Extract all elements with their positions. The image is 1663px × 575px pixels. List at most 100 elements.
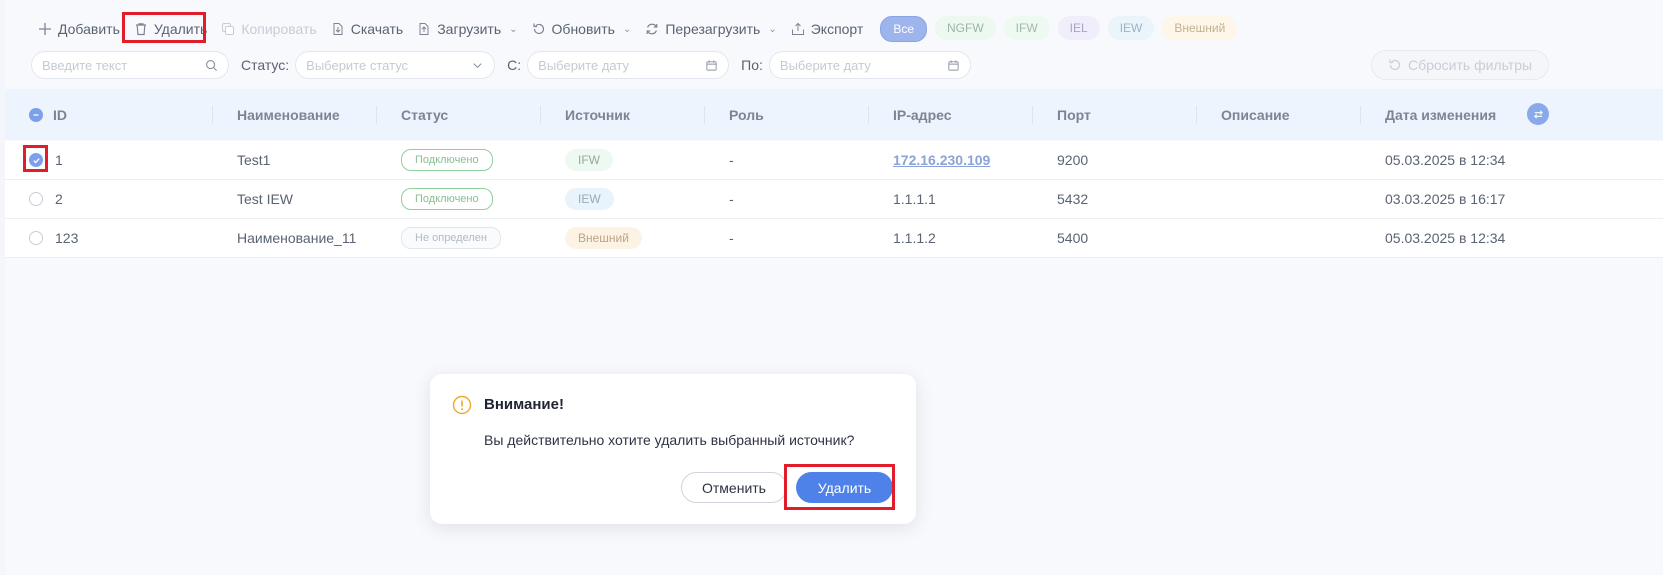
column-header-status[interactable]: Статус <box>401 89 448 140</box>
column-header-id[interactable]: ID <box>53 89 67 140</box>
filter-bar: Введите текст Статус: Выберите статус С:… <box>31 50 971 80</box>
add-button[interactable]: Добавить <box>31 15 127 43</box>
add-button-label: Добавить <box>58 21 120 37</box>
cell-port: 5432 <box>1057 191 1089 207</box>
chevron-down-icon: ⌄ <box>768 23 777 35</box>
cell-role: - <box>729 230 734 246</box>
cell-port: 9200 <box>1057 152 1089 168</box>
reboot-button-label: Перезагрузить <box>665 21 761 37</box>
column-header-role[interactable]: Роль <box>729 89 764 140</box>
source-filter-chips: Все NGFW IFW IEL IEW Внешний <box>880 16 1238 42</box>
column-header-source[interactable]: Источник <box>565 89 630 140</box>
cell-role: - <box>729 152 734 168</box>
cell-ip: 1.1.1.2 <box>893 230 936 246</box>
settings-icon <box>1533 109 1543 119</box>
date-to-placeholder: Выберите дату <box>779 57 871 73</box>
chip-external[interactable]: Внешний <box>1162 16 1238 40</box>
date-to-label: По: <box>741 57 763 73</box>
status-badge: Подключено <box>401 188 493 210</box>
download-button-label: Скачать <box>350 21 404 37</box>
status-filter-label: Статус: <box>241 57 290 73</box>
dialog-message: Вы действительно хотите удалить выбранны… <box>484 432 855 448</box>
chip-ngfw[interactable]: NGFW <box>935 16 996 40</box>
upload-icon <box>419 23 429 35</box>
cell-role: - <box>729 191 734 207</box>
upload-button-label: Загрузить <box>437 21 502 37</box>
refresh-icon <box>1389 59 1401 71</box>
column-settings-button[interactable] <box>1527 103 1549 125</box>
cell-name: Test1 <box>237 152 271 168</box>
table-header: ID Наименование Статус Источник Роль IP-… <box>5 89 1663 140</box>
chevron-down-icon <box>473 62 482 68</box>
column-header-ip[interactable]: IP-адрес <box>893 89 952 140</box>
date-to-input[interactable]: Выберите дату <box>768 51 971 79</box>
reboot-icon <box>646 23 658 35</box>
chevron-down-icon: ⌄ <box>509 23 518 35</box>
cell-date: 05.03.2025 в 12:34 <box>1385 230 1506 246</box>
search-icon <box>206 59 218 71</box>
highlight-delete-button <box>122 12 206 43</box>
date-from-label: С: <box>507 57 522 73</box>
source-badge: IFW <box>565 149 613 171</box>
ip-link[interactable]: 172.16.230.109 <box>893 152 990 168</box>
cell-id: 2 <box>55 191 63 207</box>
plus-icon <box>39 23 51 35</box>
cell-date: 03.03.2025 в 16:17 <box>1385 191 1506 207</box>
date-from-input[interactable]: Выберите дату <box>527 51 730 79</box>
refresh-button[interactable]: Обновить ⌄ <box>525 15 639 43</box>
export-button[interactable]: Экспорт <box>784 15 871 43</box>
reset-filters-button[interactable]: Сбросить фильтры <box>1371 50 1549 80</box>
reset-filters-label: Сбросить фильтры <box>1407 57 1533 73</box>
chip-ifw[interactable]: IFW <box>1003 16 1050 40</box>
chip-all[interactable]: Все <box>880 16 928 42</box>
row-checkbox[interactable] <box>29 219 43 257</box>
reboot-button[interactable]: Перезагрузить ⌄ <box>638 15 783 43</box>
date-from-placeholder: Выберите дату <box>538 57 629 73</box>
copy-button-label: Копировать <box>241 21 317 37</box>
copy-button[interactable]: Копировать <box>214 15 323 43</box>
column-header-port[interactable]: Порт <box>1057 89 1091 140</box>
cell-id: 123 <box>55 230 79 246</box>
download-icon <box>333 23 343 35</box>
upload-button[interactable]: Загрузить ⌄ <box>410 15 524 43</box>
minus-icon <box>33 113 39 116</box>
highlight-confirm-delete <box>784 464 895 510</box>
cancel-button[interactable]: Отменить <box>681 472 787 503</box>
calendar-icon <box>706 59 717 71</box>
export-button-label: Экспорт <box>810 21 864 37</box>
chevron-down-icon: ⌄ <box>622 23 632 35</box>
export-icon <box>791 22 804 35</box>
select-all-checkbox[interactable] <box>29 89 43 140</box>
row-checkbox[interactable] <box>29 180 43 218</box>
chip-iel[interactable]: IEL <box>1057 16 1100 40</box>
cell-name: Test IEW <box>237 191 294 207</box>
highlight-row-checkbox <box>23 145 48 172</box>
toolbar: Добавить Удалить Копировать Скачать Загр… <box>31 14 1238 44</box>
status-badge: Подключено <box>401 149 493 171</box>
status-select-placeholder: Выберите статус <box>306 57 409 73</box>
table-row[interactable]: 1 Test1 Подключено IFW - 172.16.230.109 … <box>5 141 1663 180</box>
refresh-icon <box>532 23 544 35</box>
copy-icon <box>222 23 235 35</box>
column-header-name[interactable]: Наименование <box>237 89 340 140</box>
refresh-button-label: Обновить <box>551 21 615 37</box>
source-badge: IEW <box>565 188 614 210</box>
column-header-description[interactable]: Описание <box>1221 89 1290 140</box>
warning-icon <box>452 395 472 415</box>
download-button[interactable]: Скачать <box>324 15 411 43</box>
cell-port: 5400 <box>1057 230 1089 246</box>
chip-iew[interactable]: IEW <box>1107 16 1155 40</box>
cell-name: Наименование_11 <box>237 230 357 246</box>
table-row[interactable]: 2 Test IEW Подключено IEW - 1.1.1.1 5432… <box>5 180 1663 219</box>
status-badge: Не определен <box>401 227 501 249</box>
cell-date: 05.03.2025 в 12:34 <box>1385 152 1506 168</box>
column-header-date[interactable]: Дата изменения <box>1385 89 1496 140</box>
cell-ip: 1.1.1.1 <box>893 191 936 207</box>
cell-id: 1 <box>55 152 63 168</box>
table-row[interactable]: 123 Наименование_11 Не определен Внешний… <box>5 219 1663 258</box>
search-input[interactable]: Введите текст <box>31 51 229 79</box>
status-select[interactable]: Выберите статус <box>295 51 496 79</box>
source-badge: Внешний <box>565 227 642 249</box>
search-input-placeholder: Введите текст <box>42 57 128 73</box>
calendar-icon <box>948 59 959 71</box>
